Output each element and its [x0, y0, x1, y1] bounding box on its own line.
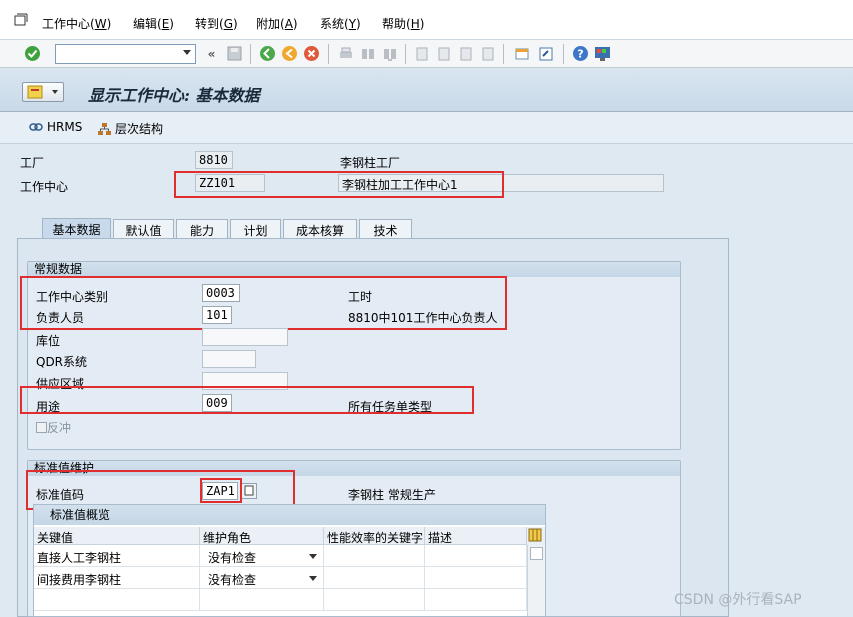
menu-extras[interactable]: 附加(A) [256, 15, 298, 32]
tab-technical[interactable]: 技术 [359, 219, 412, 239]
highlight-box [20, 386, 474, 414]
link-icon [29, 123, 43, 131]
first-page-icon[interactable] [413, 45, 430, 62]
find-next-icon[interactable] [381, 45, 398, 62]
enter-check-icon[interactable] [24, 45, 41, 62]
standard-value-key-description: 李钢柱 常规生产 [348, 488, 436, 502]
create-session-icon[interactable] [513, 45, 530, 62]
plant-description: 李钢柱工厂 [340, 156, 401, 170]
checkbox-icon [36, 422, 47, 433]
page-title: 显示工作中心: 基本数据 [88, 86, 260, 105]
description-cell [425, 545, 527, 567]
highlight-box [20, 276, 507, 330]
menu-goto[interactable]: 转到(G) [195, 15, 238, 32]
menu-system[interactable]: 系统(Y) [320, 15, 361, 32]
print-icon[interactable] [337, 45, 354, 62]
standard-toolbar: « ? [0, 40, 853, 68]
column-header-maintenance-rule[interactable]: 维护角色 [200, 527, 324, 545]
performance-key-cell[interactable] [324, 567, 425, 589]
svg-text:?: ? [577, 48, 583, 61]
plant-field[interactable]: 8810 [195, 151, 233, 169]
scroll-up-button[interactable] [530, 547, 543, 560]
plant-label: 工厂 [20, 156, 45, 170]
menu-edit[interactable]: 编辑(E) [133, 15, 174, 32]
qdr-system-label: QDR系统 [36, 355, 88, 369]
description-cell [425, 567, 527, 589]
next-page-icon[interactable] [457, 45, 474, 62]
column-header-key-value[interactable]: 关键值 [34, 527, 200, 545]
table-title: 标准值概览 [34, 505, 545, 525]
table-scrollbar[interactable] [527, 545, 545, 616]
column-header-performance-key[interactable]: 性能效率的关键字 [324, 527, 425, 545]
work-center-label: 工作中心 [20, 180, 69, 194]
standard-values-table: 标准值概览 关键值 维护角色 性能效率的关键字 描述 直接人工李钢柱 没有检查 … [33, 504, 546, 617]
shortcut-icon[interactable] [537, 45, 554, 62]
command-field[interactable] [55, 44, 196, 64]
maintenance-rule-dropdown[interactable]: 没有检查 [200, 545, 324, 567]
find-icon[interactable] [359, 45, 376, 62]
exit-icon[interactable] [281, 45, 298, 62]
general-data-title: 常规数据 [28, 262, 680, 277]
qdr-system-field[interactable] [202, 350, 256, 368]
column-header-description[interactable]: 描述 [425, 527, 527, 545]
highlight-box [174, 171, 504, 198]
tab-basic-data[interactable]: 基本数据 [42, 218, 111, 240]
backflush-checkbox[interactable]: 反冲 [36, 419, 71, 436]
menu-help[interactable]: 帮助(H) [382, 15, 424, 32]
double-chevron-left-icon[interactable]: « [203, 45, 220, 62]
tab-capacities[interactable]: 能力 [176, 219, 228, 239]
maintenance-rule-cell[interactable] [200, 589, 324, 611]
hierarchy-button[interactable]: 层次结构 [97, 120, 163, 137]
tab-default-values[interactable]: 默认值 [113, 219, 174, 239]
menu-bar: 工作中心(W) 编辑(E) 转到(G) 附加(A) 系统(Y) 帮助(H) [0, 0, 853, 40]
table-settings-icon[interactable] [527, 527, 545, 545]
performance-key-cell[interactable] [324, 589, 425, 611]
storage-location-label: 库位 [36, 334, 61, 348]
previous-page-icon[interactable] [435, 45, 452, 62]
last-page-icon[interactable] [479, 45, 496, 62]
screen-menu-button[interactable] [22, 82, 64, 102]
customize-layout-icon[interactable] [594, 45, 611, 62]
cancel-icon[interactable] [303, 45, 320, 62]
title-bar: 显示工作中心: 基本数据 [0, 68, 853, 112]
hierarchy-icon [98, 122, 111, 135]
storage-location-field[interactable] [202, 328, 288, 346]
window-menu-icon[interactable] [14, 13, 28, 30]
table-row [34, 589, 200, 611]
chevron-down-icon[interactable] [183, 50, 191, 55]
help-icon[interactable]: ? [572, 45, 589, 62]
application-toolbar: HRMS 层次结构 [0, 112, 853, 144]
save-icon[interactable] [226, 45, 243, 62]
back-icon[interactable] [259, 45, 276, 62]
hrms-button[interactable]: HRMS [29, 120, 82, 134]
table-row: 间接费用李钢柱 [34, 567, 200, 589]
watermark: CSDN @外行看SAP [674, 592, 802, 608]
maintenance-rule-dropdown[interactable]: 没有检查 [200, 567, 324, 589]
chevron-down-icon[interactable] [309, 576, 317, 581]
tab-scheduling[interactable]: 计划 [230, 219, 281, 239]
menu-work-center[interactable]: 工作中心(W) [42, 15, 111, 32]
chevron-down-icon[interactable] [309, 554, 317, 559]
tab-costing[interactable]: 成本核算 [283, 219, 357, 239]
description-cell [425, 589, 527, 611]
table-row: 直接人工李钢柱 [34, 545, 200, 567]
performance-key-cell[interactable] [324, 545, 425, 567]
highlight-box [200, 478, 242, 503]
